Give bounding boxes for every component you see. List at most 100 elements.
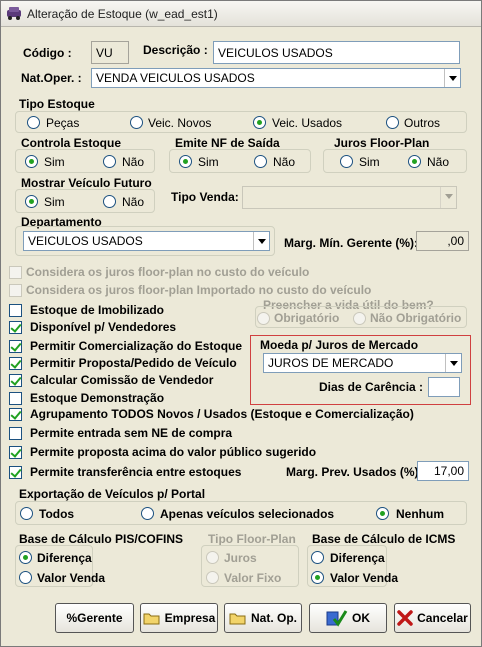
radio-emite-sim-label: Sim	[198, 155, 219, 169]
checkbox-proposta-acima-valor-label: Permite proposta acima do valor público …	[30, 445, 317, 459]
radio-obrigatorio-label: Obrigatório	[274, 311, 340, 325]
radio-controla-nao[interactable]	[103, 155, 116, 168]
radio-mostrar-sim[interactable]	[25, 195, 38, 208]
moeda-juros-label: Moeda p/ Juros de Mercado	[260, 338, 419, 352]
descricao-field[interactable]: VEICULOS USADOS	[213, 41, 460, 64]
checkbox-permitir-proposta[interactable]	[9, 357, 22, 370]
chevron-down-icon[interactable]	[444, 69, 460, 87]
radio-nao-obrigatorio[interactable]	[353, 312, 366, 325]
moeda-juros-select[interactable]: JUROS DE MERCADO	[263, 353, 462, 373]
radio-exportacao-todos[interactable]	[20, 507, 33, 520]
checkbox-permitir-comercializacao-label: Permitir Comercialização do Estoque	[30, 339, 243, 353]
tipo-floor-label: Tipo Floor-Plan	[208, 532, 296, 546]
radio-obrigatorio[interactable]	[257, 312, 270, 325]
radio-veic-usados[interactable]	[253, 116, 266, 129]
close-icon	[397, 610, 413, 626]
checkbox-juros-floor-importado[interactable]	[9, 284, 22, 297]
checkbox-estoque-imobilizado[interactable]	[9, 304, 22, 317]
radio-mostrar-sim-label: Sim	[44, 195, 65, 209]
radio-mostrar-nao-label: Não	[122, 195, 145, 209]
title-bar: Alteração de Estoque (w_ead_est1)	[1, 1, 481, 27]
checkbox-transferencia-estoques[interactable]	[9, 466, 22, 479]
radio-floor-valor-fixo-label: Valor Fixo	[224, 571, 282, 585]
radio-pis-diferenca[interactable]	[19, 551, 32, 564]
radio-exportacao-selecionados-label: Apenas veículos selecionados	[160, 507, 335, 521]
tipo-venda-label: Tipo Venda:	[171, 190, 239, 204]
radio-juros-sim[interactable]	[340, 155, 353, 168]
radio-juros-sim-label: Sim	[359, 155, 380, 169]
radio-icms-diferenca[interactable]	[311, 551, 324, 564]
radio-pecas[interactable]	[27, 116, 40, 129]
radio-outros[interactable]	[386, 116, 399, 129]
radio-exportacao-todos-label: Todos	[39, 507, 75, 521]
radio-juros-nao[interactable]	[408, 155, 421, 168]
margem-min-field[interactable]: ,00	[416, 231, 469, 251]
dias-carencia-field[interactable]	[428, 377, 460, 397]
icms-label: Base de Cálculo de ICMS	[312, 532, 456, 546]
ok-button[interactable]: OK	[309, 603, 387, 633]
juros-floor-label: Juros Floor-Plan	[334, 136, 430, 150]
radio-outros-label: Outros	[404, 116, 441, 130]
chevron-down-icon[interactable]	[445, 354, 461, 372]
checkbox-agrupamento-todos-label: Agrupamento TODOS Novos / Usados (Estoqu…	[30, 407, 414, 421]
radio-exportacao-nenhum[interactable]	[376, 507, 389, 520]
checkbox-disponivel-vendedores[interactable]	[9, 321, 22, 334]
tipo-estoque-group	[15, 111, 467, 133]
radio-mostrar-nao[interactable]	[103, 195, 116, 208]
radio-floor-valor-fixo[interactable]	[206, 571, 219, 584]
radio-icms-valor-venda[interactable]	[311, 571, 324, 584]
radio-pis-valor-venda-label: Valor Venda	[37, 571, 106, 585]
window-title: Alteração de Estoque (w_ead_est1)	[27, 7, 218, 21]
radio-emite-nao[interactable]	[254, 155, 267, 168]
checkbox-juros-floor-custo[interactable]	[9, 266, 22, 279]
natoper-value: VENDA VEICULOS USADOS	[96, 71, 255, 85]
natop-button-label: Nat. Op.	[250, 611, 297, 625]
tipo-venda-select[interactable]	[242, 186, 457, 209]
radio-pecas-label: Peças	[46, 116, 80, 130]
codigo-field[interactable]: VU	[91, 41, 129, 64]
codigo-label: Código :	[23, 46, 72, 60]
checkbox-agrupamento-todos[interactable]	[9, 408, 22, 421]
chevron-down-icon[interactable]	[253, 232, 269, 250]
gerente-button-label: %Gerente	[66, 611, 123, 625]
departamento-select[interactable]: VEICULOS USADOS	[23, 231, 270, 251]
cancelar-button-label: Cancelar	[417, 611, 468, 625]
checkbox-proposta-acima-valor[interactable]	[9, 446, 22, 459]
checkbox-permitir-comercializacao[interactable]	[9, 340, 22, 353]
radio-floor-juros[interactable]	[206, 551, 219, 564]
checkbox-estoque-demonstracao-label: Estoque Demonstração	[30, 391, 165, 405]
checkbox-entrada-sem-ne-label: Permite entrada sem NE de compra	[30, 426, 233, 440]
radio-controla-sim-label: Sim	[44, 155, 65, 169]
tipo-estoque-label: Tipo Estoque	[19, 97, 95, 111]
radio-controla-sim[interactable]	[25, 155, 38, 168]
checkbox-estoque-demonstracao[interactable]	[9, 392, 22, 405]
checkbox-juros-floor-custo-label: Considera os juros floor-plan no custo d…	[26, 265, 310, 279]
radio-exportacao-selecionados[interactable]	[141, 507, 154, 520]
descricao-label: Descrição :	[143, 43, 208, 57]
cancelar-button[interactable]: Cancelar	[394, 603, 471, 633]
gerente-button[interactable]: %Gerente	[55, 603, 134, 633]
exportacao-label: Exportação de Veículos p/ Portal	[19, 487, 206, 501]
radio-juros-nao-label: Não	[427, 155, 450, 169]
empresa-button[interactable]: Empresa	[140, 603, 218, 633]
radio-veic-novos[interactable]	[130, 116, 143, 129]
checkmark-icon	[326, 610, 348, 627]
radio-pis-valor-venda[interactable]	[19, 571, 32, 584]
checkbox-entrada-sem-ne[interactable]	[9, 427, 22, 440]
ok-button-label: OK	[352, 611, 370, 625]
radio-icms-diferenca-label: Diferença	[330, 551, 385, 565]
radio-nao-obrigatorio-label: Não Obrigatório	[370, 311, 462, 325]
checkbox-calcular-comissao[interactable]	[9, 374, 22, 387]
radio-controla-nao-label: Não	[122, 155, 145, 169]
natoper-select[interactable]: VENDA VEICULOS USADOS	[91, 68, 461, 88]
chevron-down-icon[interactable]	[440, 187, 456, 208]
marg-prev-field[interactable]: 17,00	[417, 461, 469, 481]
radio-emite-sim[interactable]	[179, 155, 192, 168]
natop-button[interactable]: Nat. Op.	[224, 603, 302, 633]
empresa-button-label: Empresa	[164, 611, 216, 625]
radio-emite-nao-label: Não	[273, 155, 296, 169]
checkbox-permitir-proposta-label: Permitir Proposta/Pedido de Veículo	[30, 356, 237, 370]
checkbox-disponivel-vendedores-label: Disponível p/ Vendedores	[30, 320, 177, 334]
radio-veic-novos-label: Veic. Novos	[148, 116, 212, 130]
radio-icms-valor-venda-label: Valor Venda	[330, 571, 399, 585]
